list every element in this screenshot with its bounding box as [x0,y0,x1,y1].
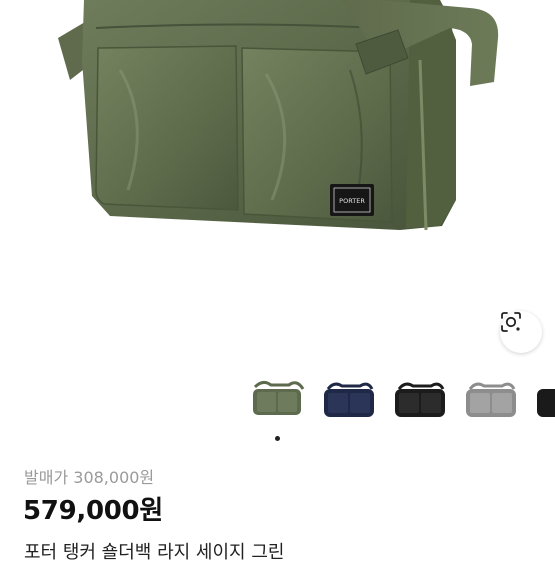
original-price-value: 308,000원 [73,468,155,487]
original-price: 발매가 308,000원 [24,464,154,488]
bag-illustration: PORTER [58,0,499,231]
product-title: 포터 탱커 숄더백 라지 세이지 그린 [24,542,285,563]
brand-tag-text: PORTER [339,197,365,205]
thumb-silver-gray[interactable] [462,377,520,425]
carousel-indicator [0,436,555,444]
thumb-navy[interactable] [320,377,378,425]
lens-search-button[interactable] [500,311,542,353]
product-image[interactable]: PORTER [0,0,555,362]
lens-search-icon [501,312,521,332]
thumb-black-2[interactable] [533,377,555,425]
carousel-dot-active [275,436,280,441]
thumb-black[interactable] [391,377,449,425]
sale-price: 579,000원 [23,496,163,526]
thumb-sage-green[interactable] [249,377,307,425]
color-thumbnails [0,377,555,427]
original-price-label: 발매가 [24,468,69,487]
